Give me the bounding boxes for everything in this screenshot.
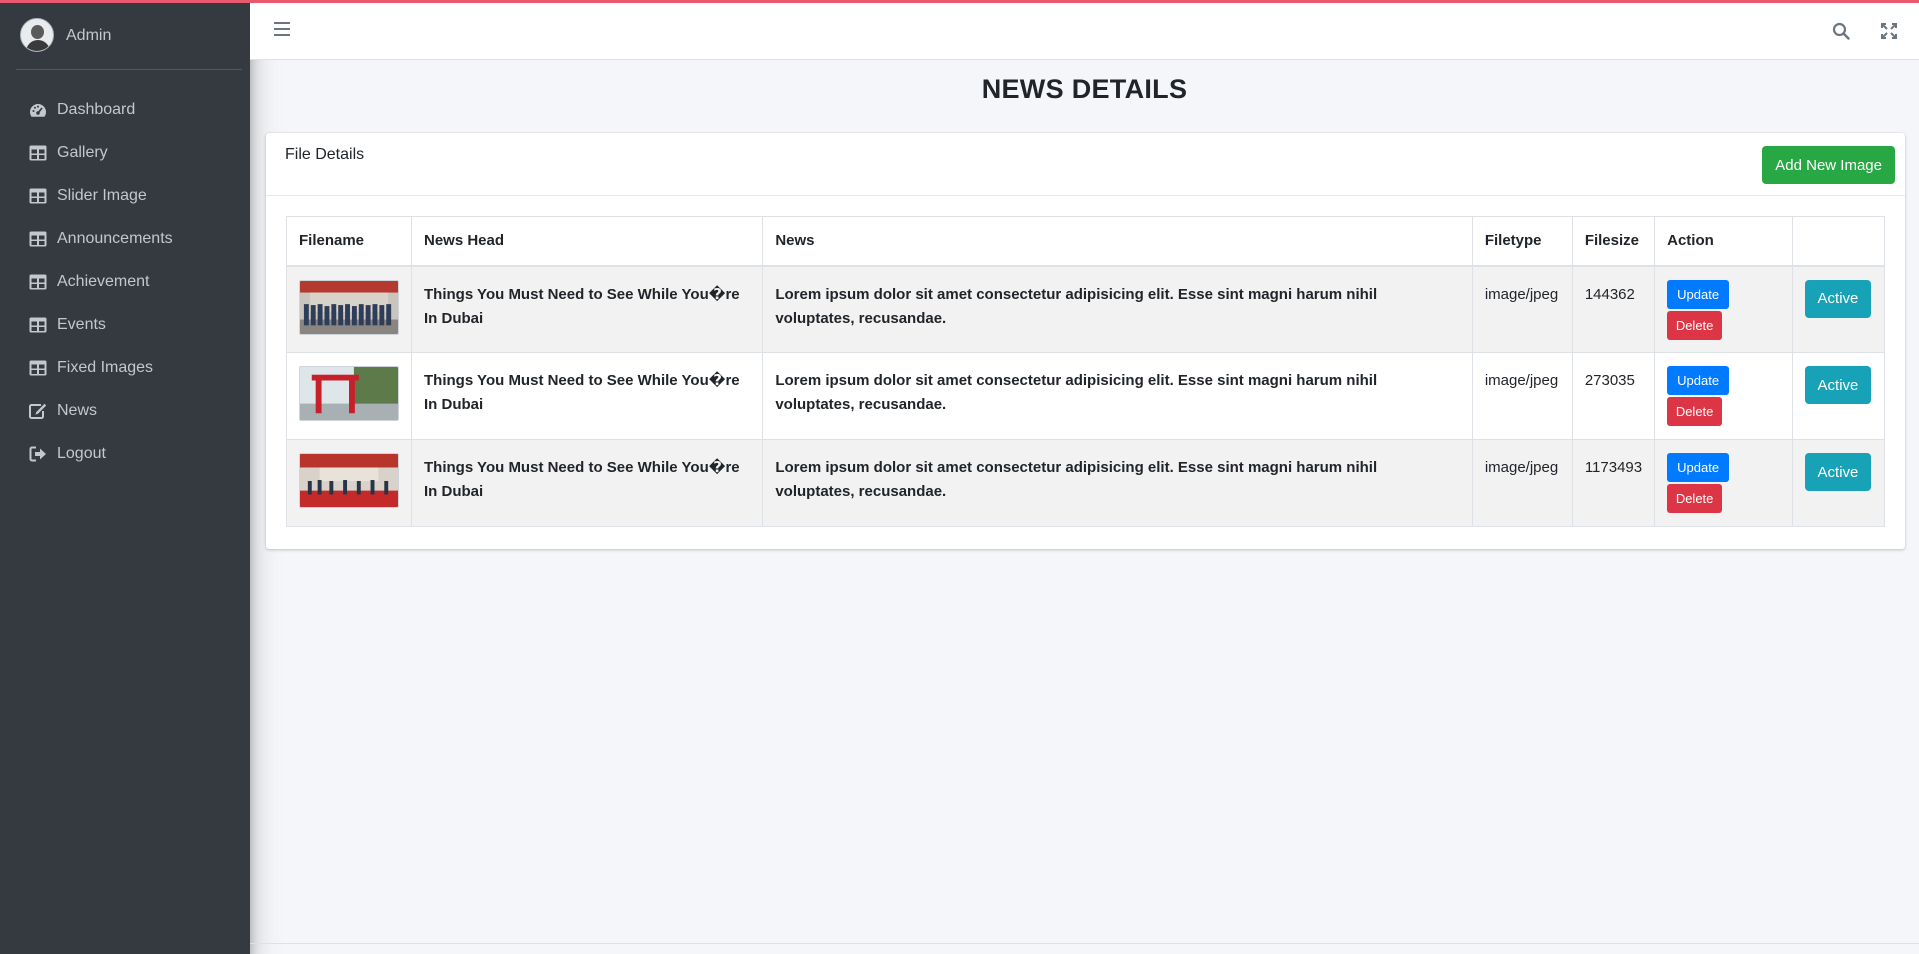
cell-action: Update Delete bbox=[1654, 439, 1793, 527]
cell-filesize: 1173493 bbox=[1571, 439, 1656, 527]
column-header-news: News bbox=[762, 216, 1473, 267]
cell-action: Update Delete bbox=[1654, 352, 1793, 440]
sidebar-item-events[interactable]: Events bbox=[0, 303, 250, 346]
column-header-filetype: Filetype bbox=[1471, 216, 1573, 267]
cell-status: Active bbox=[1791, 439, 1886, 527]
sidebar-item-slider-image[interactable]: Slider Image bbox=[0, 174, 250, 217]
expand-icon[interactable] bbox=[1880, 22, 1898, 40]
sidebar-item-label: Events bbox=[57, 315, 106, 333]
cell-news-head: Things You Must Need to See While You�re… bbox=[410, 352, 764, 440]
sidebar-item-announcements[interactable]: Announcements bbox=[0, 217, 250, 260]
table-icon bbox=[28, 316, 48, 334]
sidebar-item-logout[interactable]: Logout bbox=[0, 432, 250, 475]
edit-icon bbox=[28, 402, 48, 420]
cell-filename bbox=[286, 439, 412, 527]
sidebar-nav: Dashboard Gallery Slider Image Announcem… bbox=[0, 88, 250, 475]
column-header-filesize: Filesize bbox=[1571, 216, 1656, 267]
sidebar-item-news[interactable]: News bbox=[0, 389, 250, 432]
table-row: Things You Must Need to See While You�re… bbox=[286, 265, 1886, 353]
sidebar-item-label: Logout bbox=[57, 444, 106, 462]
add-new-image-button[interactable]: Add New Image bbox=[1762, 146, 1895, 184]
sidebar-item-label: News bbox=[57, 401, 98, 419]
column-header-filename: Filename bbox=[286, 216, 412, 267]
sidebar-item-dashboard[interactable]: Dashboard bbox=[0, 88, 250, 131]
sidebar-item-achievement[interactable]: Achievement bbox=[0, 260, 250, 303]
active-button[interactable]: Active bbox=[1804, 279, 1871, 318]
footer-divider bbox=[250, 943, 1919, 944]
cell-news-head: Things You Must Need to See While You�re… bbox=[410, 439, 764, 527]
cell-status: Active bbox=[1791, 352, 1886, 440]
page-title: NEWS DETAILS bbox=[981, 74, 1188, 104]
top-navbar bbox=[250, 3, 1919, 60]
table-icon bbox=[28, 187, 48, 205]
red-arch-thumbnail bbox=[299, 366, 399, 421]
active-button[interactable]: Active bbox=[1804, 453, 1871, 491]
menu-icon[interactable] bbox=[274, 22, 290, 36]
sign-out-icon bbox=[28, 445, 48, 463]
file-details-card: File Details Add New Image Filename News… bbox=[266, 133, 1905, 549]
delete-button[interactable]: Delete bbox=[1667, 310, 1723, 340]
cell-filetype: image/jpeg bbox=[1471, 265, 1573, 353]
active-button[interactable]: Active bbox=[1804, 366, 1871, 404]
update-button[interactable]: Update bbox=[1667, 279, 1730, 309]
cell-filetype: image/jpeg bbox=[1471, 352, 1573, 440]
group-photo-thumbnail bbox=[299, 279, 399, 335]
sidebar-item-fixed-images[interactable]: Fixed Images bbox=[0, 346, 250, 389]
table-icon bbox=[28, 230, 48, 248]
table-row: Things You Must Need to See While You�re… bbox=[286, 352, 1886, 440]
card-header: File Details Add New Image bbox=[266, 133, 1905, 196]
card-title: File Details bbox=[285, 146, 365, 163]
sidebar-item-label: Announcements bbox=[57, 229, 173, 247]
column-header-news-head: News Head bbox=[410, 216, 764, 267]
sidebar-item-label: Slider Image bbox=[57, 186, 147, 204]
table-header-row: Filename News Head News Filetype Filesiz… bbox=[286, 216, 1886, 267]
cell-news: Lorem ipsum dolor sit amet consectetur a… bbox=[762, 352, 1473, 440]
news-table: Filename News Head News Filetype Filesiz… bbox=[286, 216, 1886, 527]
cell-filename bbox=[286, 265, 412, 353]
delete-button[interactable]: Delete bbox=[1667, 484, 1723, 513]
delete-button[interactable]: Delete bbox=[1667, 397, 1723, 426]
search-icon[interactable] bbox=[1832, 22, 1850, 40]
cell-filetype: image/jpeg bbox=[1471, 439, 1573, 527]
sidebar-item-label: Dashboard bbox=[57, 100, 136, 118]
cell-news-head: Things You Must Need to See While You�re… bbox=[410, 265, 764, 353]
ceremony-thumbnail bbox=[299, 453, 399, 508]
cell-filename bbox=[286, 352, 412, 440]
table-icon bbox=[28, 359, 48, 377]
tachometer-icon bbox=[28, 101, 48, 119]
avatar[interactable] bbox=[20, 18, 54, 52]
user-name[interactable]: Admin bbox=[66, 27, 111, 45]
sidebar: Admin Dashboard Gallery Slider Image Ann… bbox=[0, 0, 250, 954]
sidebar-item-gallery[interactable]: Gallery bbox=[0, 131, 250, 174]
sidebar-item-label: Gallery bbox=[57, 143, 108, 161]
table-icon bbox=[28, 273, 48, 291]
cell-status: Active bbox=[1791, 265, 1886, 353]
cell-news: Lorem ipsum dolor sit amet consectetur a… bbox=[762, 265, 1473, 353]
user-panel[interactable]: Admin bbox=[16, 18, 242, 70]
table-row: Things You Must Need to See While You�re… bbox=[286, 439, 1886, 527]
sidebar-item-label: Achievement bbox=[57, 272, 150, 290]
sidebar-item-label: Fixed Images bbox=[57, 358, 154, 376]
column-header-action: Action bbox=[1654, 216, 1793, 267]
update-button[interactable]: Update bbox=[1667, 453, 1730, 482]
cell-filesize: 273035 bbox=[1571, 352, 1656, 440]
cell-filesize: 144362 bbox=[1571, 265, 1656, 353]
update-button[interactable]: Update bbox=[1667, 366, 1730, 395]
cell-news: Lorem ipsum dolor sit amet consectetur a… bbox=[762, 439, 1473, 527]
top-accent-bar bbox=[0, 0, 1919, 3]
table-icon bbox=[28, 144, 48, 162]
cell-action: Update Delete bbox=[1654, 265, 1793, 353]
column-header-status bbox=[1791, 216, 1886, 267]
